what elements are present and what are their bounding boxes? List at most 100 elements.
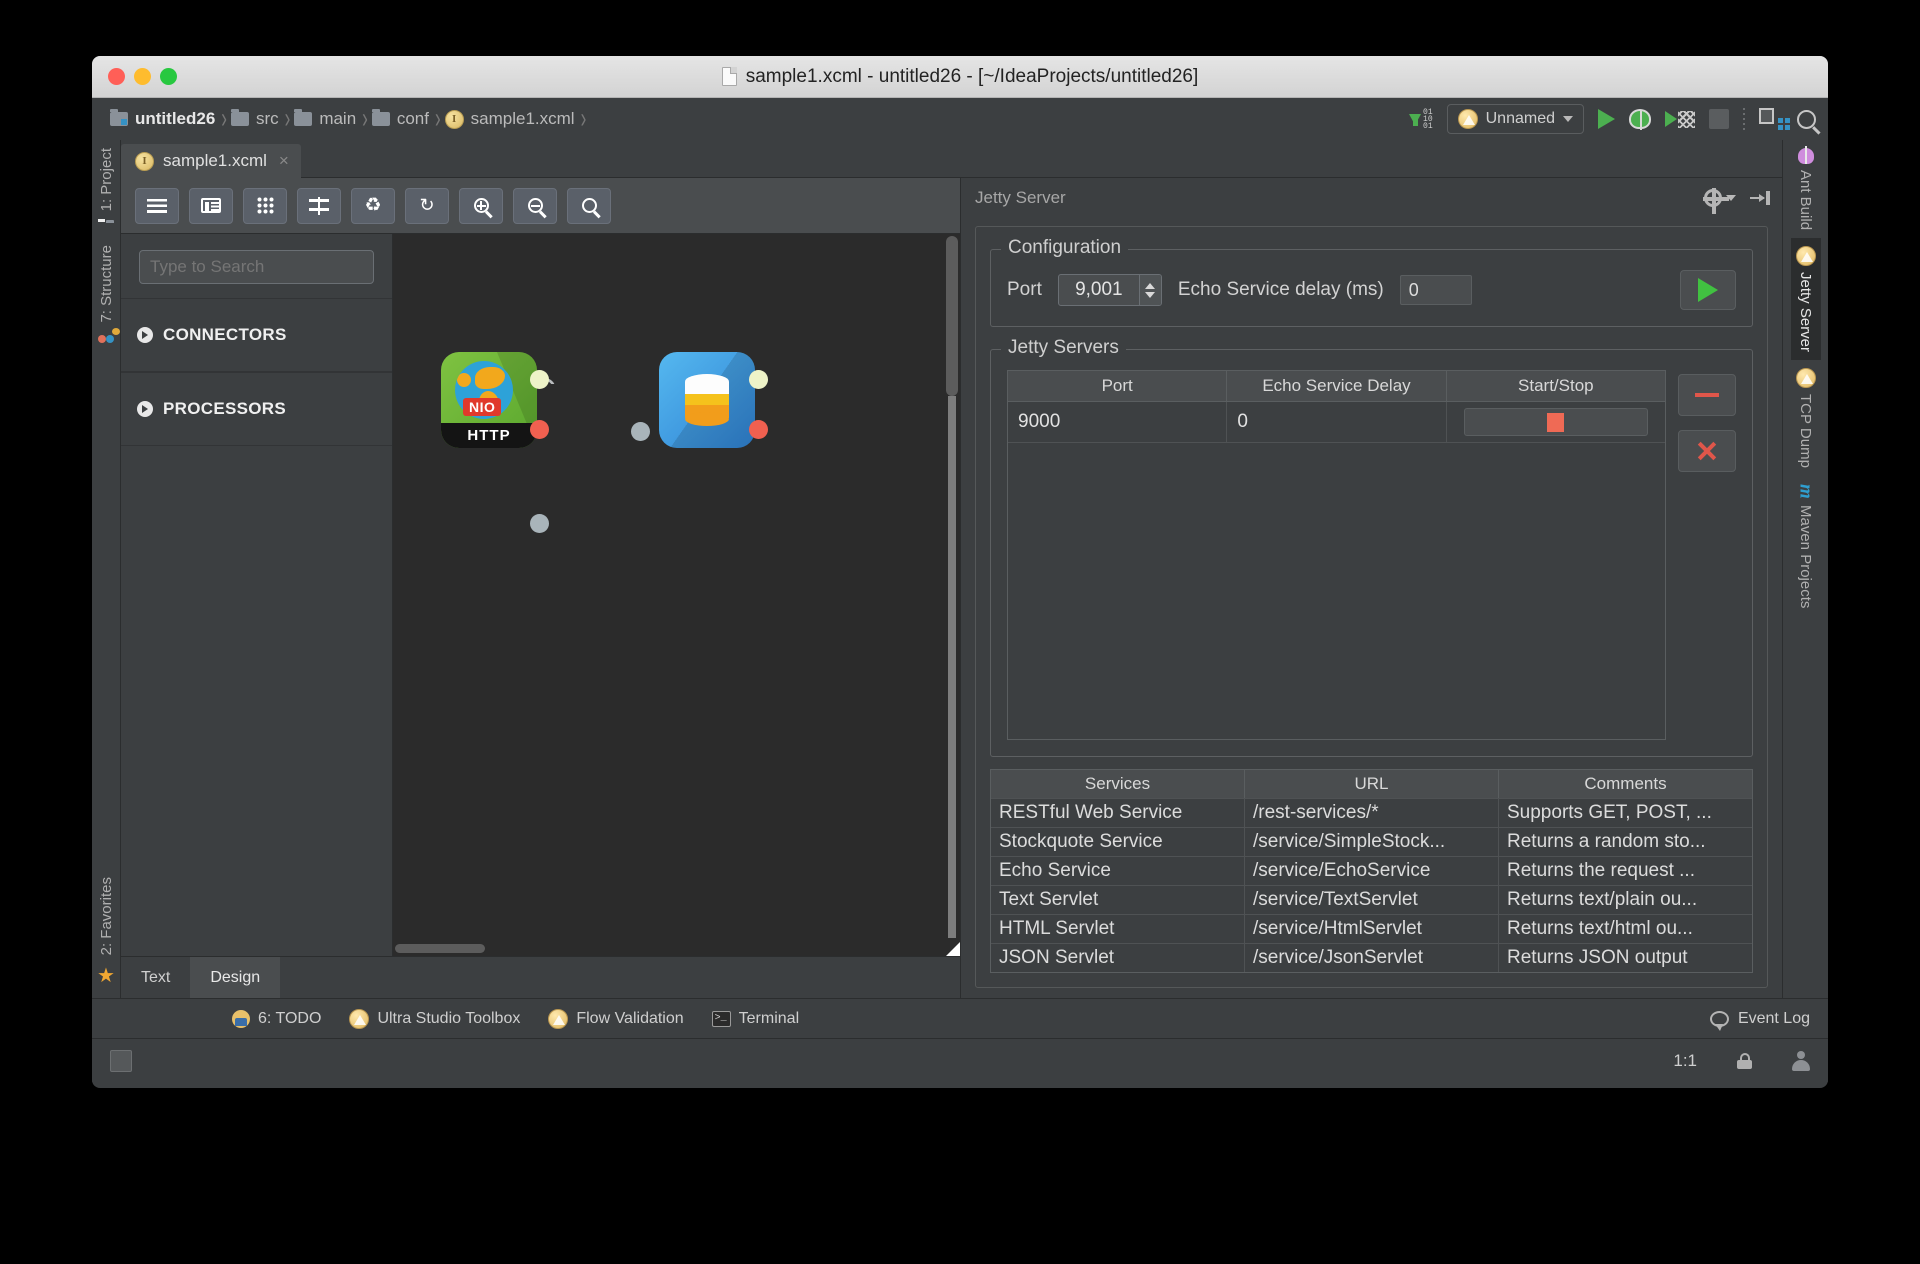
zoom-fit-icon[interactable] — [567, 187, 611, 224]
tool-window-label: Ultra Studio Toolbox — [377, 1009, 521, 1027]
sidebar-item-tcp-dump[interactable]: TCP Dump — [1791, 360, 1821, 476]
cell-url: /service/SimpleStock... — [1245, 828, 1499, 856]
echo-delay-input[interactable]: 0 — [1399, 275, 1472, 305]
http-node-input-port[interactable] — [530, 514, 549, 533]
ultra-studio-icon — [349, 1008, 370, 1029]
sidebar-item-maven-projects[interactable]: m Maven Projects — [1790, 476, 1822, 616]
recycle-icon[interactable]: ♻ — [351, 187, 395, 224]
breadcrumb-item-conf[interactable]: conf — [371, 98, 433, 140]
port-decrement-icon[interactable] — [1145, 291, 1156, 298]
table-row[interactable]: 9000 0 — [1008, 402, 1665, 443]
left-tool-strip: 1: Project 7: Structure 2: Favorites ★ — [92, 140, 121, 998]
column-header-url[interactable]: URL — [1245, 770, 1499, 798]
canvas-resize-corner[interactable] — [946, 942, 960, 956]
http-node-error-port[interactable] — [530, 420, 549, 439]
chevron-right-icon — [137, 401, 153, 417]
settings-gear-icon[interactable] — [1703, 188, 1736, 214]
xcml-file-icon: I — [135, 151, 154, 171]
run-icon[interactable] — [1598, 109, 1615, 129]
tool-window-todo[interactable]: 6: TODO — [232, 1009, 321, 1028]
db-node-error-port[interactable] — [749, 420, 768, 439]
stop-icon — [1547, 412, 1565, 432]
sidebar-item-jetty-server[interactable]: Jetty Server — [1790, 238, 1821, 361]
breadcrumb-item-project[interactable]: untitled26 — [110, 98, 219, 140]
close-tab-icon[interactable]: × — [279, 151, 289, 171]
window-title-text: sample1.xcml - untitled26 - [~/IdeaProje… — [745, 65, 1199, 87]
debug-icon[interactable] — [1629, 109, 1651, 130]
breadcrumb-item-main[interactable]: main — [294, 98, 360, 140]
navigation-bar: untitled26 › src › main › conf › I sampl… — [92, 98, 1828, 140]
port-increment-icon[interactable] — [1145, 282, 1156, 289]
caret-position[interactable]: 1:1 — [1673, 1051, 1697, 1071]
breadcrumb-label: src — [255, 109, 279, 128]
tool-window-flow-validation[interactable]: Flow Validation — [548, 1008, 684, 1029]
layout-icon[interactable] — [1759, 108, 1783, 130]
column-header-services[interactable]: Services — [991, 770, 1245, 798]
main-body: 1: Project 7: Structure 2: Favorites ★ I… — [92, 140, 1828, 998]
start-server-button[interactable] — [1680, 270, 1736, 310]
coverage-icon[interactable] — [1665, 110, 1695, 128]
table-header-row: Port Echo Service Delay Start/Stop — [1008, 371, 1665, 402]
palette-section-connectors[interactable]: CONNECTORS — [121, 298, 392, 372]
event-log-button[interactable]: Event Log — [1709, 1009, 1810, 1031]
http-node-output-port[interactable] — [530, 370, 549, 389]
sidebar-item-ant-build[interactable]: Ant Build — [1792, 140, 1819, 238]
flow-canvas[interactable]: NIO HTTP — [393, 234, 960, 956]
breadcrumb-item-file[interactable]: I sample1.xcml — [444, 98, 579, 140]
jetty-panel-title: Jetty Server — [975, 188, 1066, 207]
delete-server-button[interactable] — [1678, 430, 1736, 472]
cell-echo-delay: 0 — [1227, 402, 1447, 442]
sidebar-item-structure[interactable]: 7: Structure — [93, 237, 120, 331]
search-everywhere-icon[interactable] — [1797, 109, 1816, 129]
tab-design[interactable]: Design — [190, 957, 281, 998]
canvas-horizontal-scrollbar[interactable] — [393, 942, 946, 954]
palette-section-processors[interactable]: PROCESSORS — [121, 372, 392, 446]
jetty-server-panel: Jetty Server Configuration Port 9,001 Ec… — [961, 178, 1782, 998]
refresh-icon[interactable]: ↻ — [405, 187, 449, 224]
port-stepper[interactable]: 9,001 — [1057, 274, 1162, 306]
zoom-out-icon[interactable] — [513, 187, 557, 224]
grid-view-icon[interactable] — [243, 187, 287, 224]
tab-text[interactable]: Text — [121, 957, 190, 998]
cell-comment: Returns a random sto... — [1507, 831, 1706, 852]
zoom-in-icon[interactable] — [459, 187, 503, 224]
db-node-output-port[interactable] — [749, 370, 768, 389]
list-view-icon[interactable] — [189, 187, 233, 224]
event-log-label: Event Log — [1737, 1009, 1810, 1027]
canvas-vertical-scrollbar[interactable] — [946, 236, 958, 938]
column-header-port[interactable]: Port — [1008, 371, 1228, 401]
right-tool-strip: Ant Build Jetty Server TCP Dump m Maven … — [1782, 140, 1828, 998]
stop-icon[interactable] — [1709, 109, 1729, 129]
stop-server-button[interactable] — [1463, 408, 1649, 436]
toggle-toolwindows-icon[interactable] — [110, 1049, 132, 1072]
table-row[interactable]: JSON Servlet /service/JsonServlet Return… — [991, 943, 1752, 972]
http-nio-node[interactable]: NIO HTTP — [441, 352, 537, 448]
download-binary-icon[interactable]: 01 10 01 — [1409, 108, 1433, 130]
remove-server-button[interactable] — [1678, 374, 1736, 416]
table-row[interactable]: Echo Service /service/EchoService Return… — [991, 856, 1752, 885]
table-row[interactable]: Stockquote Service /service/SimpleStock.… — [991, 827, 1752, 856]
tool-window-terminal[interactable]: >_ Terminal — [711, 1010, 799, 1028]
nio-badge: NIO — [463, 398, 502, 416]
status-bar: 1:1 — [92, 1038, 1828, 1082]
database-node[interactable] — [659, 352, 755, 448]
hide-panel-icon[interactable] — [1750, 191, 1770, 205]
search-input[interactable] — [139, 250, 374, 284]
db-node-input-port[interactable] — [631, 422, 650, 441]
column-header-start-stop[interactable]: Start/Stop — [1447, 371, 1665, 401]
sidebar-item-project[interactable]: 1: Project — [93, 140, 120, 219]
run-configuration-selector[interactable]: Unnamed — [1446, 104, 1584, 134]
table-row[interactable]: HTML Servlet /service/HtmlServlet Return… — [991, 914, 1752, 943]
breadcrumb-item-src[interactable]: src — [230, 98, 283, 140]
column-header-echo-delay[interactable]: Echo Service Delay — [1227, 371, 1447, 401]
column-header-comments[interactable]: Comments — [1499, 770, 1752, 798]
sidebar-item-favorites[interactable]: 2: Favorites — [93, 869, 120, 963]
table-row[interactable]: Text Servlet /service/TextServlet Return… — [991, 885, 1752, 914]
table-row[interactable]: RESTful Web Service /rest-services/* Sup… — [991, 798, 1752, 827]
lock-icon[interactable] — [1737, 1052, 1752, 1069]
avatar[interactable] — [1792, 1050, 1810, 1071]
menu-icon[interactable] — [135, 187, 179, 224]
tool-window-ultra-studio-toolbox[interactable]: Ultra Studio Toolbox — [349, 1008, 521, 1029]
align-icon[interactable] — [297, 187, 341, 224]
editor-tab-sample1[interactable]: I sample1.xcml × — [121, 144, 301, 178]
